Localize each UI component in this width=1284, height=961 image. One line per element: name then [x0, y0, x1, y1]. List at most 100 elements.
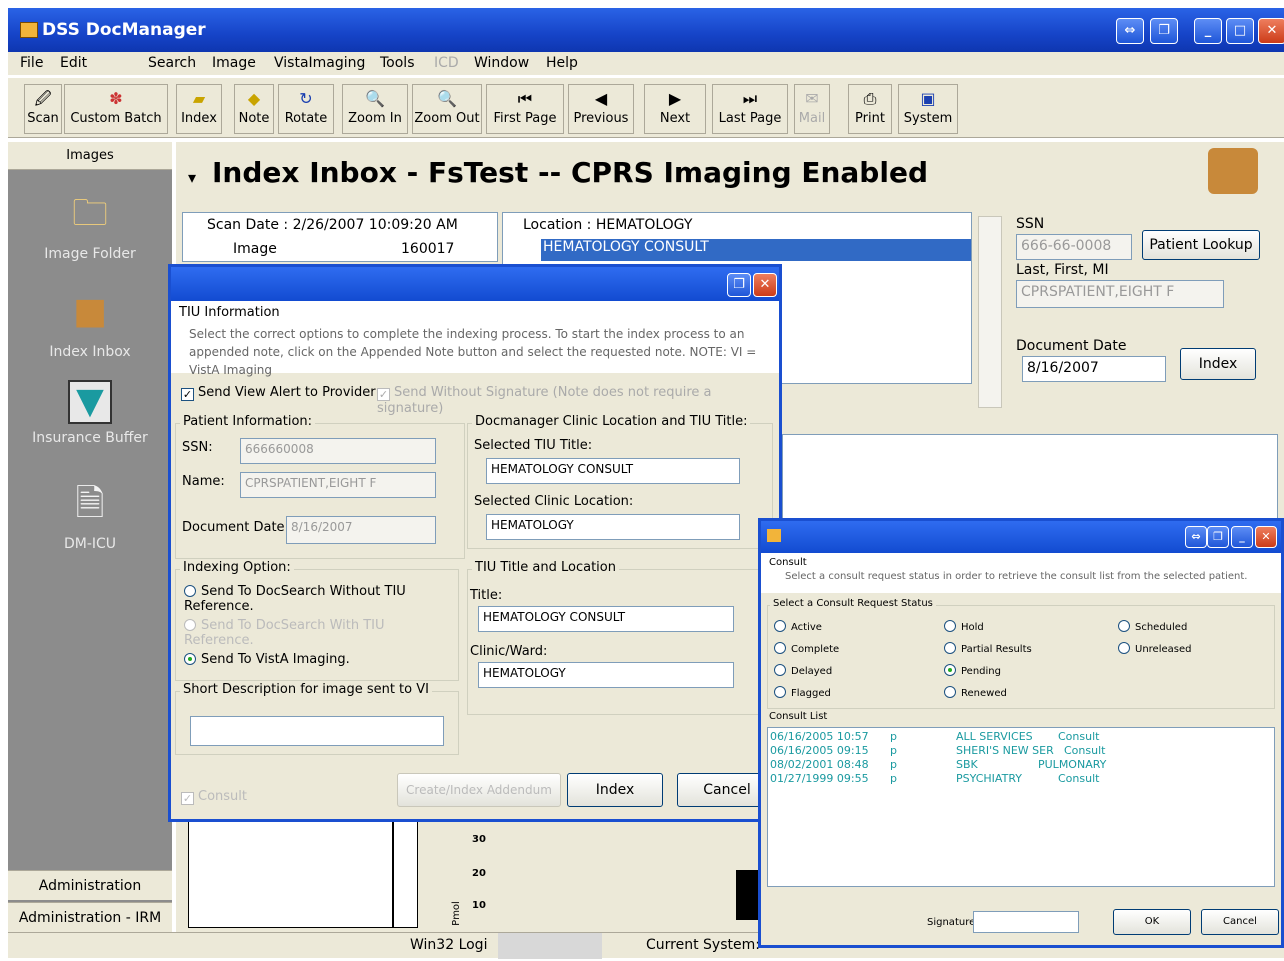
list-item[interactable]: 01/27/1999 09:55 p PSYCHIATRY Consult [770, 772, 1099, 785]
system-button[interactable]: ▣ System [898, 84, 958, 134]
selected-tiu-title-field[interactable]: HEMATOLOGY CONSULT [486, 458, 740, 484]
selected-clinic-location-field[interactable]: HEMATOLOGY [486, 514, 740, 540]
tiu-ssn-field[interactable]: 666660008 [240, 438, 436, 464]
list-item[interactable]: 06/16/2005 09:15 p SHERI'S NEW SER Consult [770, 744, 1105, 757]
main-titlebar[interactable]: DSS DocManager ⇔ ❐ _ □ ✕ [8, 8, 1284, 52]
consult-titlebar[interactable]: ⇔ ❐ _ ✕ [761, 521, 1281, 553]
send-view-alert-checkbox[interactable]: ✓ Send View Alert to Provider [181, 385, 376, 401]
option-docsearch-without-tiu[interactable]: Send To DocSearch Without TIU Reference. [184, 584, 458, 614]
app-icon [20, 22, 38, 38]
folder-icon: 🗀 [71, 193, 108, 234]
index-main-button[interactable]: Index [1180, 348, 1256, 380]
check-icon: ✓ [181, 388, 194, 401]
option-send-to-vista-imaging[interactable]: Send To VistA Imaging. [184, 652, 350, 667]
menu-tools[interactable]: Tools [380, 55, 415, 71]
next-button[interactable]: ▶ Next [644, 84, 706, 134]
consult-cancel-button[interactable]: Cancel [1201, 909, 1279, 935]
sidebar-item-image-folder[interactable]: 🗀 Image Folder [8, 188, 172, 262]
menu-vistaimaging[interactable]: VistaImaging [274, 55, 365, 71]
menu-window[interactable]: Window [474, 55, 529, 71]
minimize-button[interactable]: _ [1194, 18, 1222, 44]
menu-search[interactable]: Search [148, 55, 196, 71]
status-flagged[interactable]: Flagged [774, 686, 831, 699]
document-icon: 🗎 [75, 483, 105, 524]
tiu-name-field[interactable]: CPRSPATIENT,EIGHT F [240, 472, 436, 498]
restore-window-icon[interactable]: ❐ [1207, 526, 1229, 548]
notes-area[interactable] [782, 434, 1278, 530]
note-button[interactable]: ◆ Note [234, 84, 274, 134]
restore-window-icon[interactable]: ❐ [727, 273, 751, 297]
list-item[interactable]: 06/16/2005 10:57 p ALL SERVICES Consult [770, 730, 1099, 743]
status-partial-results[interactable]: Partial Results [944, 642, 1032, 655]
index-button[interactable]: ▰ Index [176, 84, 222, 134]
short-description-title: Short Description for image sent to VI [180, 682, 432, 697]
rotate-button[interactable]: ↻ Rotate [278, 84, 334, 134]
close-button[interactable]: ✕ [1255, 526, 1277, 548]
status-pending[interactable]: Pending [944, 664, 1001, 677]
menu-help[interactable]: Help [546, 55, 578, 71]
list-item[interactable]: 08/02/2001 08:48 p SBK PULMONARY [770, 758, 1106, 771]
location-row-selected[interactable]: HEMATOLOGY CONSULT [541, 239, 971, 261]
first-page-button[interactable]: ⏮ First Page [486, 84, 564, 134]
radio-icon [944, 642, 956, 654]
document-date-label: Document Date [1016, 338, 1127, 354]
status-unreleased[interactable]: Unreleased [1118, 642, 1191, 655]
tiu-titlebar[interactable]: ❐ ✕ [171, 267, 779, 301]
tiu-title-field[interactable]: HEMATOLOGY CONSULT [478, 606, 734, 632]
status-renewed[interactable]: Renewed [944, 686, 1007, 699]
name-field[interactable]: CPRSPATIENT,EIGHT F [1016, 280, 1224, 308]
radio-icon [774, 620, 786, 632]
tiu-document-date-field[interactable]: 8/16/2007 [286, 516, 436, 544]
location-group[interactable]: Location : HEMATOLOGY [523, 217, 692, 233]
sidebar-item-dm-icu[interactable]: 🗎 DM-ICU [8, 478, 172, 552]
scan-date-group[interactable]: Scan Date : 2/26/2007 10:09:20 AM [207, 217, 458, 233]
consult-dialog: ⇔ ❐ _ ✕ Consult Select a consult request… [758, 518, 1284, 948]
consult-ok-button[interactable]: OK [1113, 909, 1191, 935]
status-active[interactable]: Active [774, 620, 822, 633]
name-label: Last, First, MI [1016, 262, 1109, 278]
collapse-arrow-icon[interactable]: ▾ [188, 168, 196, 187]
sidebar-item-index-inbox[interactable]: ■ Index Inbox [8, 286, 172, 360]
consult-list-label: Consult List [769, 711, 828, 722]
scan-button[interactable]: 🖉 Scan [24, 84, 62, 134]
extra-window-icon[interactable]: ⇔ [1185, 526, 1207, 548]
restore-window-icon[interactable]: ❐ [1150, 18, 1178, 44]
status-hold[interactable]: Hold [944, 620, 984, 633]
menu-image[interactable]: Image [212, 55, 256, 71]
status-scheduled[interactable]: Scheduled [1118, 620, 1187, 633]
consult-list[interactable]: 06/16/2005 10:57 p ALL SERVICES Consult 06/… [767, 727, 1275, 887]
zoom-in-icon: 🔍 [365, 89, 385, 108]
sidebar-administration-irm[interactable]: Administration - IRM [8, 902, 172, 932]
image-label: Image [233, 241, 277, 257]
close-button[interactable]: ✕ [753, 273, 777, 297]
scanner-icon: 🖉 [34, 89, 52, 108]
status-win32: Win32 Logi [410, 937, 488, 953]
zoom-in-button[interactable]: 🔍 Zoom In [342, 84, 408, 134]
menu-file[interactable]: File [20, 55, 43, 71]
status-complete[interactable]: Complete [774, 642, 839, 655]
zoom-out-button[interactable]: 🔍 Zoom Out [412, 84, 482, 134]
extra-window-icon[interactable]: ⇔ [1116, 18, 1144, 44]
ssn-field[interactable]: 666-66-0008 [1016, 234, 1132, 260]
maximize-button[interactable]: □ [1226, 18, 1254, 44]
sidebar-item-insurance-buffer[interactable]: ▼ Insurance Buffer [8, 380, 172, 446]
previous-icon: ◀ [594, 89, 608, 108]
sidebar-administration[interactable]: Administration [8, 870, 172, 900]
signature-input[interactable] [973, 911, 1079, 933]
last-page-button[interactable]: ⏭ Last Page [712, 84, 788, 134]
patient-lookup-button[interactable]: Patient Lookup [1142, 230, 1260, 260]
close-button[interactable]: ✕ [1258, 18, 1284, 44]
tiu-index-button[interactable]: Index [567, 773, 663, 807]
grid-scrollbar[interactable] [978, 216, 1002, 408]
previous-button[interactable]: ◀ Previous [568, 84, 634, 134]
custom-batch-button[interactable]: ✽ Custom Batch [64, 84, 168, 134]
status-delayed[interactable]: Delayed [774, 664, 832, 677]
minimize-button[interactable]: _ [1231, 526, 1253, 548]
last-page-icon: ⏭ [742, 89, 758, 108]
print-button[interactable]: ⎙ Print [848, 84, 892, 134]
document-date-field[interactable]: 8/16/2007 [1022, 356, 1166, 382]
app-title: DSS DocManager [42, 20, 206, 40]
menu-edit[interactable]: Edit [60, 55, 87, 71]
short-description-input[interactable] [190, 716, 444, 746]
clinic-ward-field[interactable]: HEMATOLOGY [478, 662, 734, 688]
